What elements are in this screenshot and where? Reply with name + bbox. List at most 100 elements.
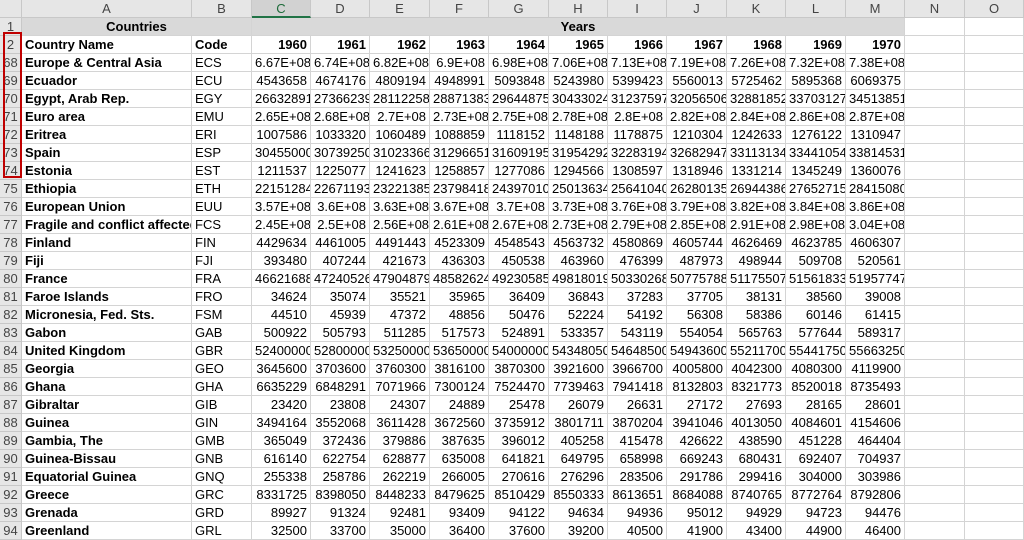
population-cell[interactable]: 3870300 <box>489 360 549 378</box>
population-cell[interactable]: 7.06E+08 <box>549 54 608 72</box>
population-cell[interactable]: 4013050 <box>727 414 786 432</box>
population-cell[interactable]: 436303 <box>430 252 489 270</box>
population-cell[interactable]: 34513851 <box>846 90 905 108</box>
population-cell[interactable]: 498944 <box>727 252 786 270</box>
population-cell[interactable]: 54348050 <box>549 342 608 360</box>
population-cell[interactable]: 25013634 <box>549 180 608 198</box>
year-label[interactable]: 1968 <box>727 36 786 54</box>
population-cell[interactable]: 40500 <box>608 522 667 540</box>
population-cell[interactable]: 1318946 <box>667 162 727 180</box>
population-cell[interactable]: 7.32E+08 <box>786 54 846 72</box>
countries-header-cell[interactable]: Countries <box>22 18 252 36</box>
population-cell[interactable]: 262219 <box>370 468 430 486</box>
population-cell[interactable]: 3.6E+08 <box>311 198 370 216</box>
column-header-g[interactable]: G <box>489 0 549 18</box>
population-cell[interactable]: 50476 <box>489 306 549 324</box>
population-cell[interactable]: 34624 <box>252 288 311 306</box>
population-cell[interactable]: 33700 <box>311 522 370 540</box>
year-label[interactable]: 1963 <box>430 36 489 54</box>
population-cell[interactable]: 4523309 <box>430 234 489 252</box>
population-cell[interactable]: 3735912 <box>489 414 549 432</box>
population-cell[interactable]: 6.98E+08 <box>489 54 549 72</box>
country-name-cell[interactable]: Ethiopia <box>22 180 192 198</box>
population-cell[interactable]: 27172 <box>667 396 727 414</box>
population-cell[interactable]: 37705 <box>667 288 727 306</box>
population-cell[interactable]: 1258857 <box>430 162 489 180</box>
population-cell[interactable]: 61415 <box>846 306 905 324</box>
country-name-cell[interactable]: Guinea-Bissau <box>22 450 192 468</box>
empty-cell[interactable] <box>965 108 1024 126</box>
population-cell[interactable]: 1310947 <box>846 126 905 144</box>
population-cell[interactable]: 1331214 <box>727 162 786 180</box>
population-cell[interactable]: 8520018 <box>786 378 846 396</box>
population-cell[interactable]: 35521 <box>370 288 430 306</box>
population-cell[interactable]: 658998 <box>608 450 667 468</box>
population-cell[interactable]: 4674176 <box>311 72 370 90</box>
population-cell[interactable]: 26079 <box>549 396 608 414</box>
population-cell[interactable]: 7.38E+08 <box>846 54 905 72</box>
population-cell[interactable]: 35000 <box>370 522 430 540</box>
country-name-cell[interactable]: Fragile and conflict affected situations <box>22 216 192 234</box>
population-cell[interactable]: 23808 <box>311 396 370 414</box>
population-cell[interactable]: 22671193 <box>311 180 370 198</box>
empty-cell[interactable] <box>965 18 1024 36</box>
country-code-cell[interactable]: GAB <box>192 324 252 342</box>
year-label[interactable]: 1961 <box>311 36 370 54</box>
empty-cell[interactable] <box>905 450 965 468</box>
population-cell[interactable]: 28601 <box>846 396 905 414</box>
column-header-l[interactable]: L <box>786 0 846 18</box>
population-cell[interactable]: 2.8E+08 <box>608 108 667 126</box>
column-header-d[interactable]: D <box>311 0 370 18</box>
population-cell[interactable]: 1118152 <box>489 126 549 144</box>
row-number[interactable]: 88 <box>0 414 22 432</box>
population-cell[interactable]: 3.82E+08 <box>727 198 786 216</box>
country-name-cell[interactable]: Europe & Central Asia <box>22 54 192 72</box>
country-code-cell[interactable]: ETH <box>192 180 252 198</box>
population-cell[interactable]: 524891 <box>489 324 549 342</box>
population-cell[interactable]: 641821 <box>489 450 549 468</box>
country-code-cell[interactable]: FRA <box>192 270 252 288</box>
population-cell[interactable]: 2.45E+08 <box>252 216 311 234</box>
country-code-cell[interactable]: FCS <box>192 216 252 234</box>
population-cell[interactable]: 4580869 <box>608 234 667 252</box>
population-cell[interactable]: 6848291 <box>311 378 370 396</box>
population-cell[interactable]: 8132803 <box>667 378 727 396</box>
population-cell[interactable]: 258786 <box>311 468 370 486</box>
population-cell[interactable]: 48856 <box>430 306 489 324</box>
population-cell[interactable]: 3494164 <box>252 414 311 432</box>
population-cell[interactable]: 52800000 <box>311 342 370 360</box>
population-cell[interactable]: 533357 <box>549 324 608 342</box>
population-cell[interactable]: 7071966 <box>370 378 430 396</box>
empty-cell[interactable] <box>965 252 1024 270</box>
row-number[interactable]: 94 <box>0 522 22 540</box>
population-cell[interactable]: 669243 <box>667 450 727 468</box>
population-cell[interactable]: 52400000 <box>252 342 311 360</box>
empty-cell[interactable] <box>965 522 1024 540</box>
population-cell[interactable]: 628877 <box>370 450 430 468</box>
population-cell[interactable]: 39008 <box>846 288 905 306</box>
population-cell[interactable]: 35074 <box>311 288 370 306</box>
population-cell[interactable]: 426622 <box>667 432 727 450</box>
population-cell[interactable]: 7.13E+08 <box>608 54 667 72</box>
population-cell[interactable]: 51561833 <box>786 270 846 288</box>
population-cell[interactable]: 7300124 <box>430 378 489 396</box>
empty-cell[interactable] <box>965 144 1024 162</box>
empty-cell[interactable] <box>965 414 1024 432</box>
year-label[interactable]: 1970 <box>846 36 905 54</box>
population-cell[interactable]: 95012 <box>667 504 727 522</box>
country-name-cell[interactable]: France <box>22 270 192 288</box>
population-cell[interactable]: 28112258 <box>370 90 430 108</box>
population-cell[interactable]: 30455000 <box>252 144 311 162</box>
population-cell[interactable]: 50775788 <box>667 270 727 288</box>
population-cell[interactable]: 27652715 <box>786 180 846 198</box>
population-cell[interactable]: 704937 <box>846 450 905 468</box>
population-cell[interactable]: 3.79E+08 <box>667 198 727 216</box>
population-cell[interactable]: 55211700 <box>727 342 786 360</box>
population-cell[interactable]: 33113134 <box>727 144 786 162</box>
population-cell[interactable]: 8448233 <box>370 486 430 504</box>
country-name-cell[interactable]: Ghana <box>22 378 192 396</box>
population-cell[interactable]: 3870204 <box>608 414 667 432</box>
population-cell[interactable]: 94723 <box>786 504 846 522</box>
population-cell[interactable]: 4809194 <box>370 72 430 90</box>
empty-cell[interactable] <box>905 126 965 144</box>
